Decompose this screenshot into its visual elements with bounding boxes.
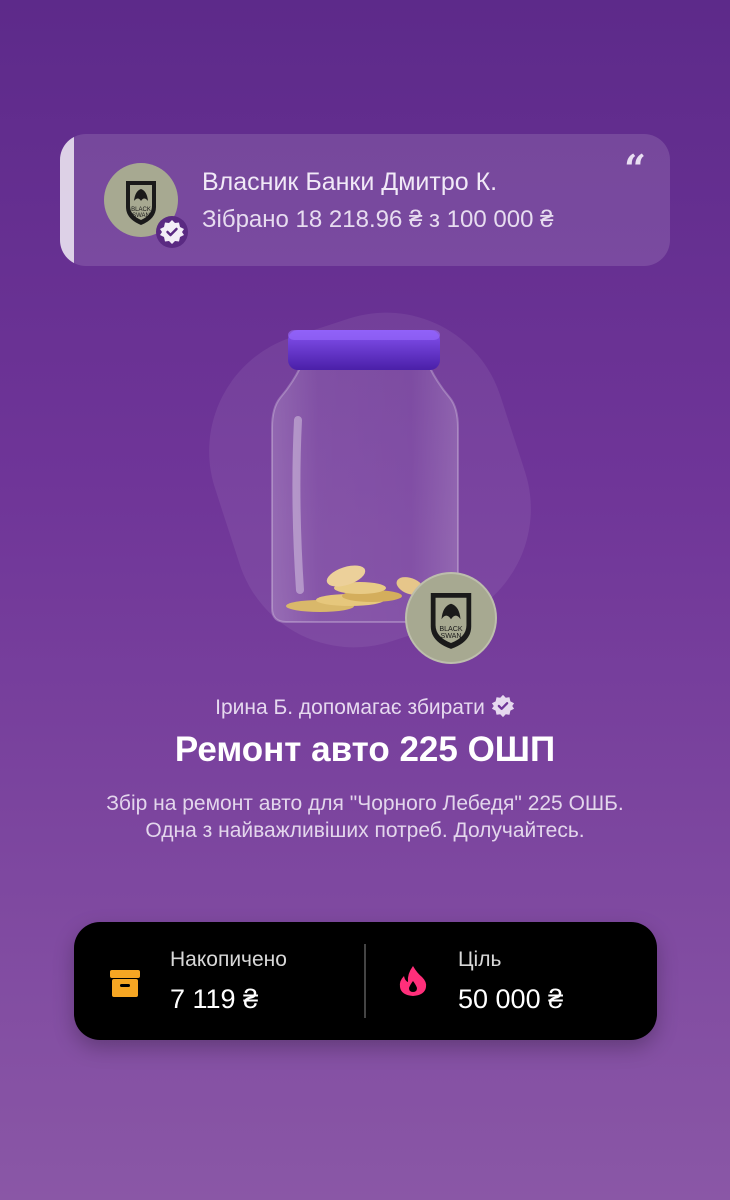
accumulated-label: Накопичено xyxy=(170,948,287,971)
owner-card-accent xyxy=(60,134,74,266)
verified-badge-icon xyxy=(156,216,188,248)
verified-icon xyxy=(491,694,515,724)
black-swan-logo-icon: BLACK SWAN xyxy=(430,593,472,649)
owner-card[interactable]: BLACK SWAN Власник Банки Дмитро К. Зібра… xyxy=(60,134,670,266)
svg-text:SWAN: SWAN xyxy=(132,213,150,219)
owner-name: Власник Банки Дмитро К. xyxy=(202,168,498,196)
archive-box-icon xyxy=(110,970,140,997)
helper-avatar: BLACK SWAN xyxy=(405,572,497,664)
svg-text:SWAN: SWAN xyxy=(440,632,461,640)
jar-description: Збір на ремонт авто для "Чорного Лебедя"… xyxy=(106,792,624,842)
stats-card: Накопичено 7 119 ₴ Ціль 50 000 ₴ xyxy=(74,922,657,1040)
flame-icon xyxy=(399,966,427,996)
jar-title: Ремонт авто 225 ОШП xyxy=(174,730,556,769)
owner-collected-amount: Зібрано 18 218.96 ₴ з 100 000 ₴ xyxy=(202,206,554,233)
quote-icon: “ xyxy=(624,146,646,191)
goal-label: Ціль xyxy=(458,948,502,971)
accumulated-value: 7 119 ₴ xyxy=(170,984,259,1014)
stats-divider xyxy=(364,944,366,1018)
goal-value: 50 000 ₴ xyxy=(458,984,564,1014)
jar-helper-text: Ірина Б. допомагає збирати xyxy=(215,696,485,719)
jar-helper-line: Ірина Б. допомагає збирати xyxy=(0,694,730,724)
